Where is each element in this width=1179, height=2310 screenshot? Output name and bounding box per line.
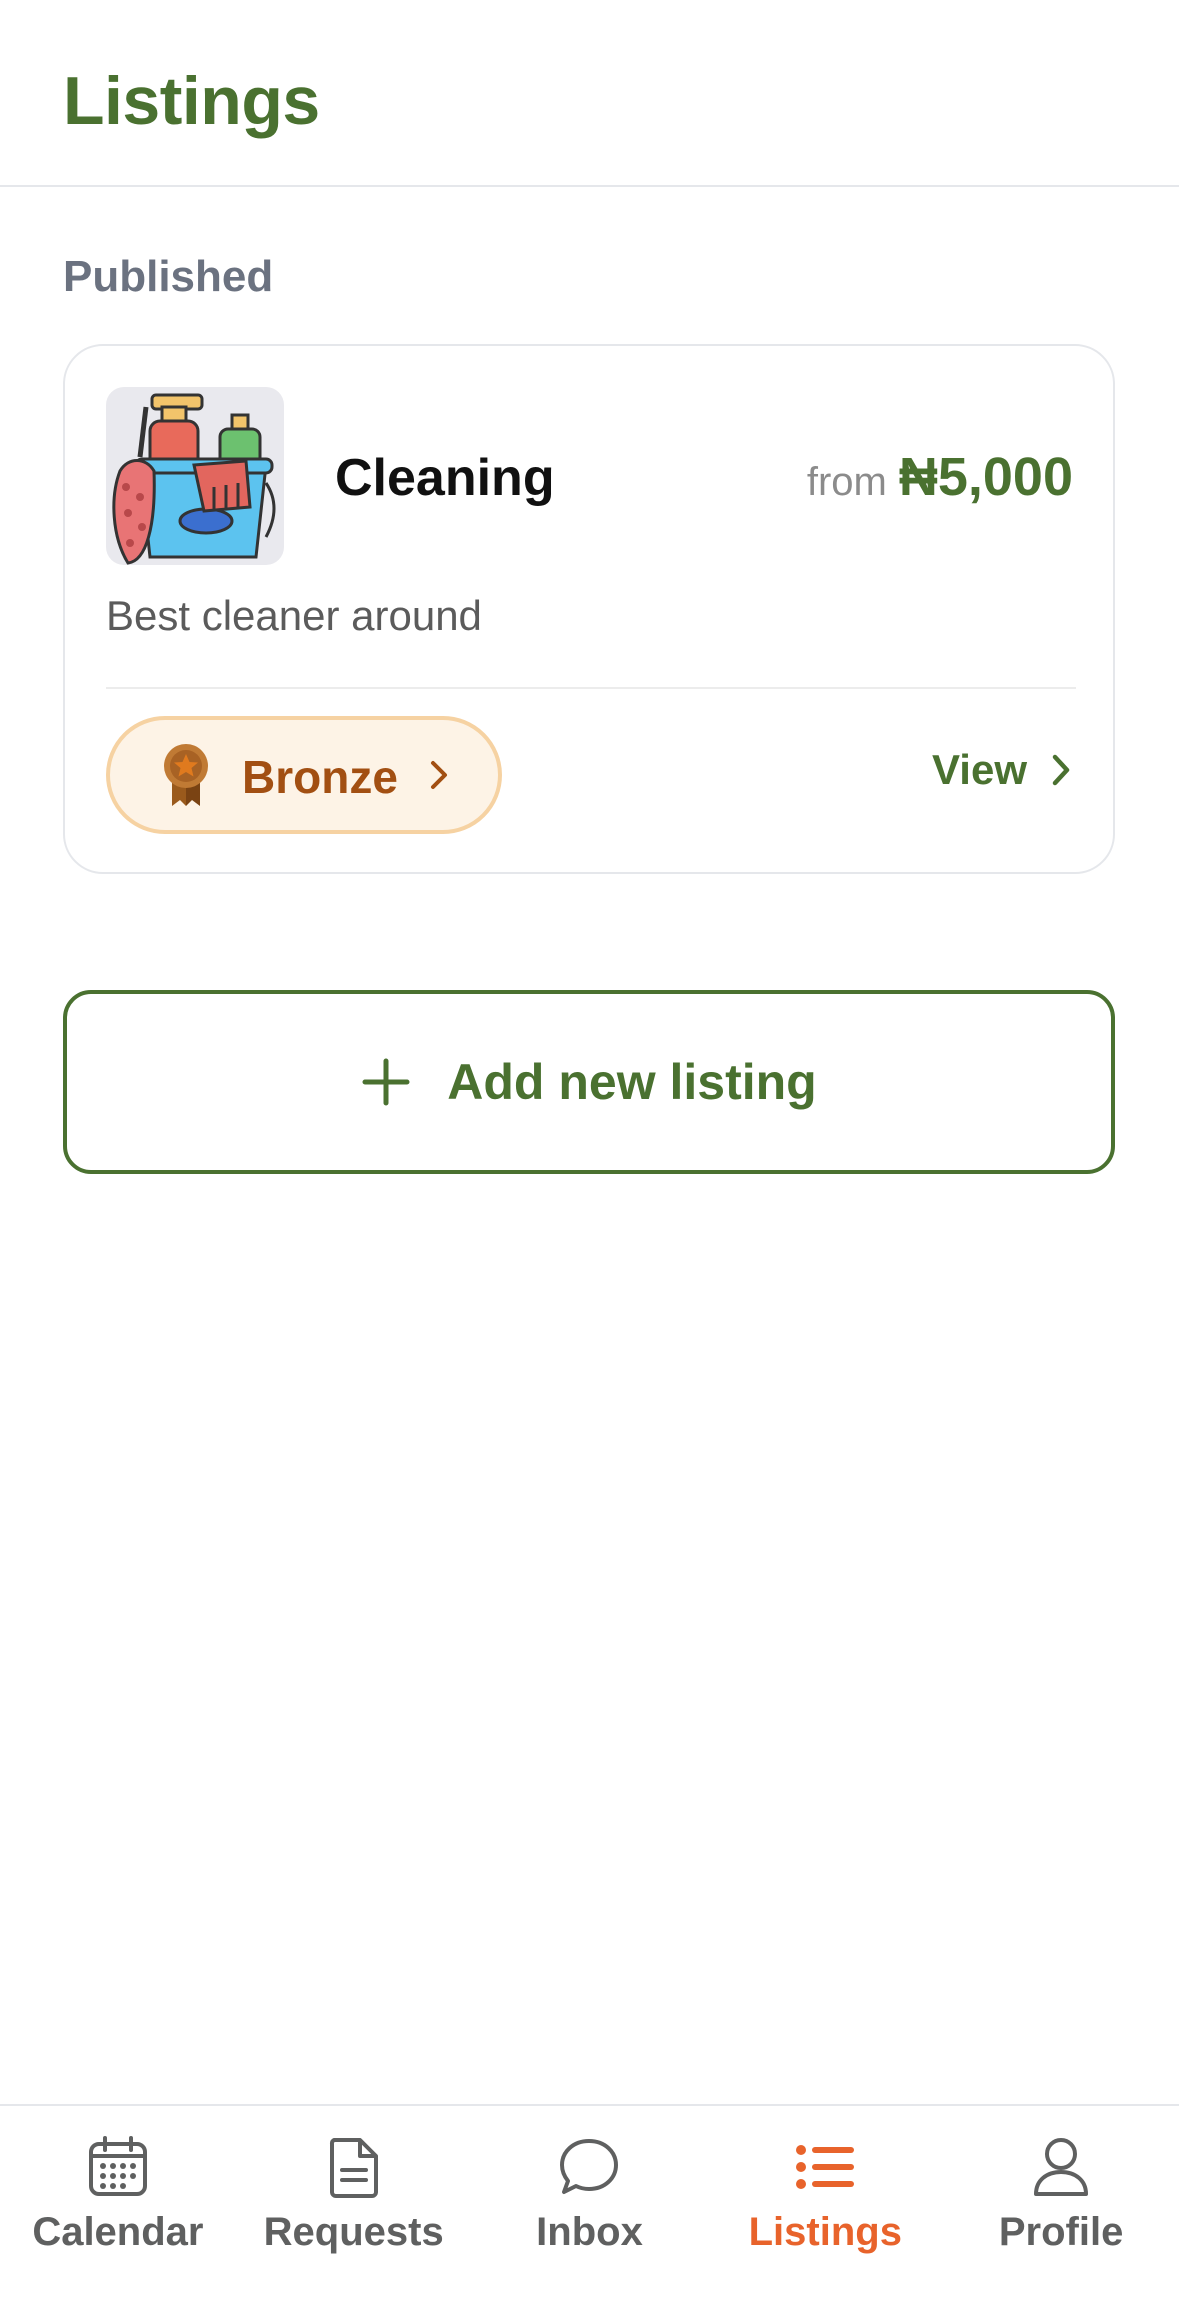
tab-inbox[interactable]: Inbox (472, 2106, 708, 2310)
chevron-right-icon (431, 761, 447, 789)
tab-profile[interactable]: Profile (943, 2106, 1179, 2310)
view-label: View (932, 746, 1027, 793)
chat-bubble-icon (560, 2139, 619, 2194)
tab-requests[interactable]: Requests (236, 2106, 472, 2310)
plus-icon (362, 1058, 410, 1106)
listing-description: Best cleaner around (106, 592, 482, 639)
listing-price: from ₦5,000 (807, 446, 1073, 508)
add-new-listing-label: Add new listing (447, 1054, 817, 1110)
bottom-tab-bar: Calendar Requests Inbox Listings Profile (0, 2104, 1179, 2310)
tab-label-calendar: Calendar (32, 2210, 204, 2254)
cleaning-supplies-icon (112, 393, 276, 565)
tab-label-requests: Requests (263, 2210, 444, 2254)
medal-icon (164, 744, 208, 806)
tab-label-profile: Profile (998, 2210, 1124, 2254)
chevron-right-icon (1052, 754, 1070, 786)
view-listing-link[interactable]: View (932, 746, 1073, 794)
add-new-listing-button[interactable]: Add new listing (63, 990, 1115, 1174)
header: Listings (0, 0, 1179, 187)
price-prefix: from (806, 460, 887, 504)
document-icon (329, 2138, 378, 2198)
card-divider (106, 687, 1076, 689)
price-value: ₦5,000 (898, 447, 1073, 507)
tier-badge-button[interactable]: Bronze (106, 716, 502, 834)
person-icon (1034, 2138, 1089, 2196)
section-label-published: Published (63, 252, 274, 301)
listing-card[interactable]: Cleaning from ₦5,000 Best cleaner around… (63, 344, 1115, 874)
listing-thumbnail (106, 387, 284, 565)
tab-label-listings: Listings (748, 2210, 902, 2254)
listing-title: Cleaning (335, 449, 555, 507)
list-icon (796, 2145, 855, 2189)
tab-listings[interactable]: Listings (707, 2106, 943, 2310)
calendar-icon (88, 2136, 147, 2196)
listings-screen: Listings Published Cleaning from ₦5,000 … (0, 0, 1179, 2310)
page-title: Listings (63, 63, 320, 139)
tab-calendar[interactable]: Calendar (0, 2106, 236, 2310)
tab-label-inbox: Inbox (536, 2210, 643, 2254)
tier-label: Bronze (242, 751, 398, 803)
